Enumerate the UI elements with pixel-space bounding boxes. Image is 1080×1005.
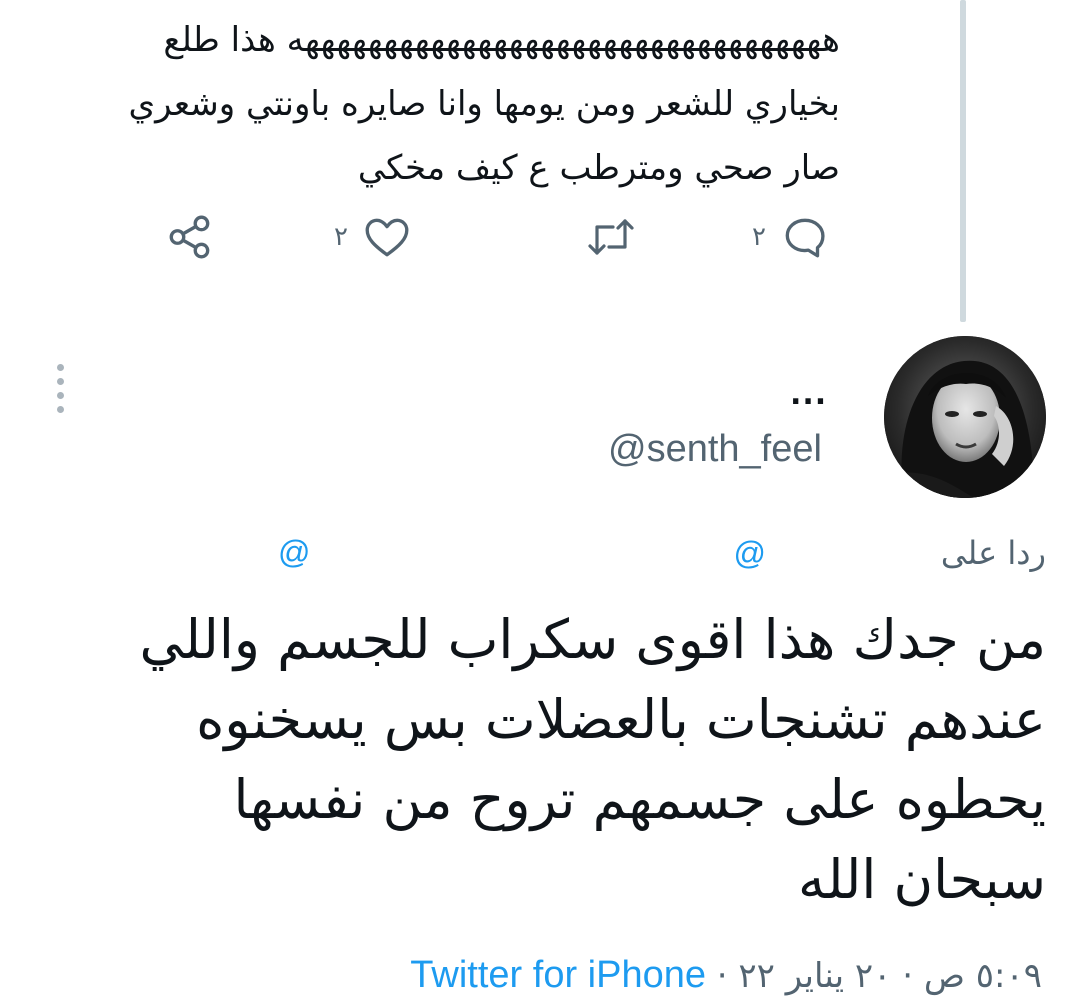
replying-to-label: ردا على bbox=[940, 534, 1046, 572]
tweet-meta: ٥:٠٩ ص · ٢٠ يناير ٢٢ · Twitter for iPhon… bbox=[410, 954, 1042, 997]
reply-icon bbox=[785, 218, 825, 258]
like-button[interactable]: ٢ bbox=[334, 212, 412, 262]
retweet-button[interactable] bbox=[585, 212, 637, 262]
share-icon bbox=[169, 215, 210, 259]
tweet-text-line: سبحان الله bbox=[798, 848, 1046, 911]
previous-tweet-line: بخياري للشعر ومن يومها وانا صايره باونتي… bbox=[128, 84, 840, 124]
mention-link[interactable]: @ bbox=[278, 534, 310, 571]
replying-to: ردا على @ و @ bbox=[270, 532, 1046, 582]
meta-separator: · bbox=[716, 956, 728, 996]
like-count: ٢ bbox=[334, 222, 348, 252]
grip-icon[interactable] bbox=[53, 364, 67, 420]
tweet-text: من جدك هذا اقوى سكراب للجسم واللي عندهم … bbox=[46, 600, 1046, 920]
tweet-text-line: عندهم تشنجات بالعضلات بس يسخنوه bbox=[196, 688, 1046, 751]
thread-connector-line bbox=[960, 0, 966, 322]
previous-tweet-line: صار صحي ومترطب ع كيف مخكي bbox=[357, 148, 840, 188]
previous-tweet-line: ههههههههههههههههههههههههههههههههههه هذا … bbox=[163, 20, 840, 60]
redacted-area bbox=[596, 532, 726, 576]
user-handle[interactable]: @senth_feel bbox=[608, 428, 822, 471]
avatar[interactable] bbox=[884, 336, 1046, 498]
tweet-text-line: يحطوه على جسمهم تروح من نفسها bbox=[233, 768, 1046, 831]
retweet-icon bbox=[588, 219, 634, 255]
like-icon bbox=[365, 218, 409, 257]
tweet-text-line: من جدك هذا اقوى سكراب للجسم واللي bbox=[139, 608, 1046, 671]
more-icon[interactable]: ... bbox=[790, 380, 827, 410]
share-button[interactable] bbox=[164, 212, 216, 262]
source-link[interactable]: Twitter for iPhone bbox=[410, 954, 706, 996]
reply-count: ٢ bbox=[752, 222, 766, 252]
reply-button[interactable]: ٢ bbox=[752, 212, 830, 262]
previous-tweet-text: ههههههههههههههههههههههههههههههههههه هذا … bbox=[20, 8, 840, 200]
timestamp[interactable]: ٥:٠٩ ص · ٢٠ يناير ٢٢ bbox=[738, 956, 1042, 996]
